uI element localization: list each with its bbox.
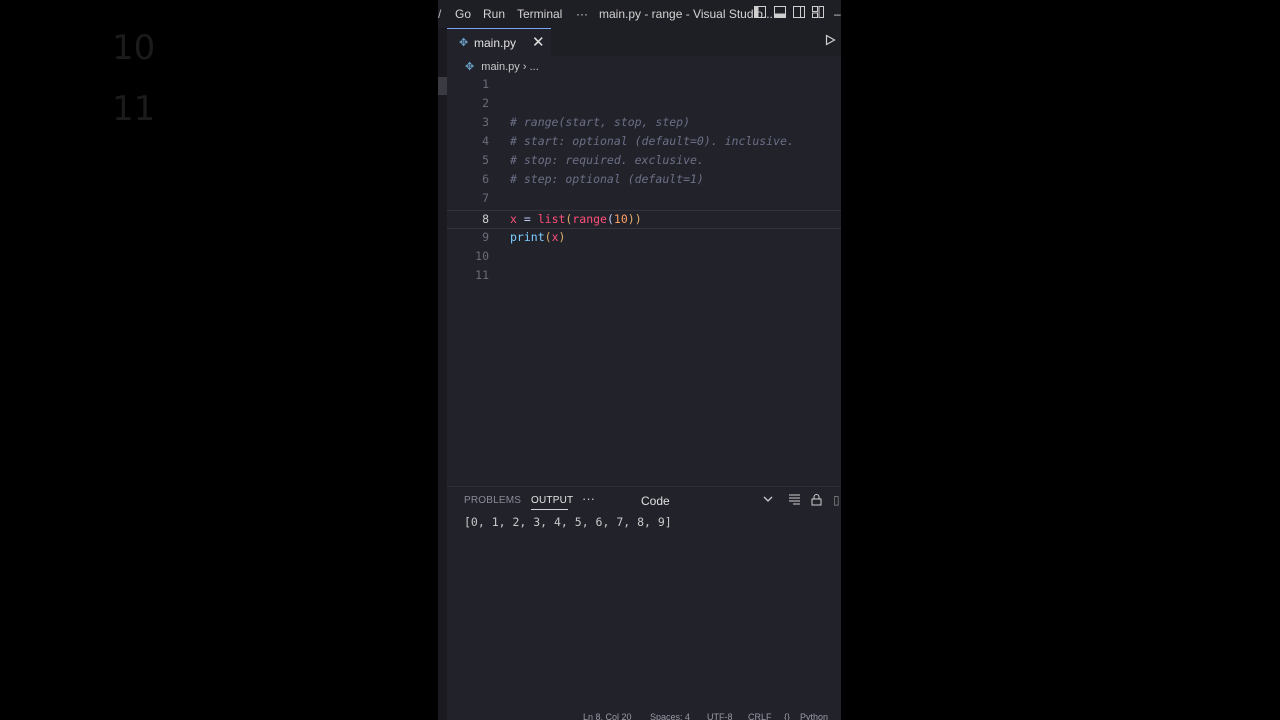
tab-bar: ✥ main.py ✕ ⌄: [447, 28, 841, 56]
code-comment: # step: optional (default=1): [510, 172, 704, 186]
title-bar: / Go Run Terminal ··· main.py - range - …: [438, 0, 841, 28]
code-variable: x: [551, 230, 559, 244]
status-cursor-position[interactable]: Ln 8, Col 20: [583, 712, 632, 720]
status-language[interactable]: Python: [800, 712, 828, 720]
code-line: 7: [447, 189, 841, 208]
panel-more-icon[interactable]: ···: [582, 491, 595, 506]
background-line-10: 10: [112, 28, 156, 68]
tab-main-py[interactable]: ✥ main.py ✕: [447, 28, 551, 56]
code-line: 6 # step: optional (default=1): [447, 170, 841, 189]
code-line: 11: [447, 266, 841, 285]
code-operator: =: [516, 212, 538, 226]
code-line: 2: [447, 94, 841, 113]
minimize-icon[interactable]: –: [834, 7, 841, 21]
code-editor[interactable]: 1 2 3 # range(start, stop, step) 4 # start…: [447, 75, 841, 475]
clear-output-icon[interactable]: [788, 493, 801, 508]
run-icon[interactable]: [825, 34, 836, 49]
line-number: 7: [482, 191, 489, 205]
code-line: 3 # range(start, stop, step): [447, 113, 841, 132]
code-line: 10: [447, 247, 841, 266]
activity-bar-edge: [438, 0, 447, 720]
output-channel-select[interactable]: Code: [641, 494, 670, 508]
line-number: 3: [482, 115, 489, 129]
tab-label: main.py: [474, 36, 517, 50]
line-number: 8: [482, 212, 489, 226]
menu-more-icon[interactable]: ···: [576, 7, 588, 21]
tab-problems[interactable]: PROBLEMS: [464, 495, 521, 506]
code-number: 10: [613, 212, 628, 226]
code-variable: x: [510, 212, 517, 226]
line-number: 1: [482, 77, 489, 91]
braces-icon[interactable]: {}: [784, 712, 790, 720]
line-number: 4: [482, 134, 489, 148]
toggle-secondary-sidebar-icon[interactable]: [792, 5, 806, 22]
status-bar: Ln 8, Col 20 Spaces: 4 UTF-8 CRLF {} Pyt…: [447, 710, 841, 720]
line-number: 10: [475, 249, 489, 263]
code-comment: # stop: required. exclusive.: [510, 153, 704, 167]
code-comment: # start: optional (default=0). inclusive…: [510, 134, 794, 148]
toggle-sidebar-icon[interactable]: [753, 5, 767, 22]
line-number: 11: [475, 268, 489, 282]
lock-icon[interactable]: [811, 493, 822, 509]
tab-output[interactable]: OUTPUT: [531, 495, 573, 506]
customize-layout-icon[interactable]: [811, 5, 825, 22]
code-statement: print(x): [510, 228, 565, 247]
panel-actions-icon[interactable]: ▯: [833, 493, 840, 507]
menu-terminal[interactable]: Terminal: [517, 7, 562, 21]
code-statement: x = list(range(10)): [510, 211, 642, 228]
code-line: 1: [447, 75, 841, 94]
code-line: 5 # stop: required. exclusive.: [447, 151, 841, 170]
line-number: 5: [482, 153, 489, 167]
chevron-down-icon[interactable]: ⌄: [840, 35, 841, 46]
code-function: range: [572, 212, 607, 226]
background-line-11: 11: [112, 89, 156, 129]
breadcrumb-separator: ›: [522, 61, 527, 73]
python-icon: ✥: [459, 37, 469, 49]
code-line: 4 # start: optional (default=0). inclusiv…: [447, 132, 841, 151]
menu-edge: /: [438, 7, 442, 21]
activity-indicator: [438, 77, 447, 95]
vscode-window: / Go Run Terminal ··· main.py - range - …: [438, 0, 841, 720]
close-icon[interactable]: ✕: [532, 33, 545, 51]
status-indentation[interactable]: Spaces: 4: [650, 712, 690, 720]
code-paren: ): [558, 230, 566, 244]
breadcrumb: ✥ main.py › ...: [465, 60, 539, 73]
code-function: print: [510, 230, 545, 244]
breadcrumb-file[interactable]: main.py: [481, 61, 520, 73]
output-text: [0, 1, 2, 3, 4, 5, 6, 7, 8, 9]: [464, 515, 672, 529]
status-encoding[interactable]: UTF-8: [707, 712, 733, 720]
window-title: main.py - range - Visual Studio...: [599, 7, 773, 21]
code-paren: (: [544, 230, 552, 244]
menu-go[interactable]: Go: [455, 7, 471, 21]
code-line: 9 print(x): [447, 228, 841, 247]
background-line-numbers: 10 11: [112, 18, 155, 140]
python-icon: ✥: [465, 61, 475, 73]
line-number: 9: [482, 230, 489, 244]
toggle-panel-icon[interactable]: [773, 5, 787, 22]
status-eol[interactable]: CRLF: [748, 712, 772, 720]
line-number: 2: [482, 96, 489, 110]
output-panel: PROBLEMS OUTPUT ··· Code ▯ [0, 1, 2, 3, …: [447, 486, 841, 720]
code-comment: # range(start, stop, step): [510, 115, 691, 129]
code-line-active: 8 x = list(range(10)): [447, 210, 841, 229]
code-function: list: [537, 212, 566, 226]
chevron-down-icon[interactable]: [763, 494, 773, 506]
line-number: 6: [482, 172, 489, 186]
active-tab-indicator: [531, 509, 568, 510]
menu-run[interactable]: Run: [483, 7, 505, 21]
code-paren: )): [627, 212, 642, 226]
code-paren: (: [606, 212, 614, 226]
breadcrumb-symbols[interactable]: ...: [530, 61, 539, 73]
